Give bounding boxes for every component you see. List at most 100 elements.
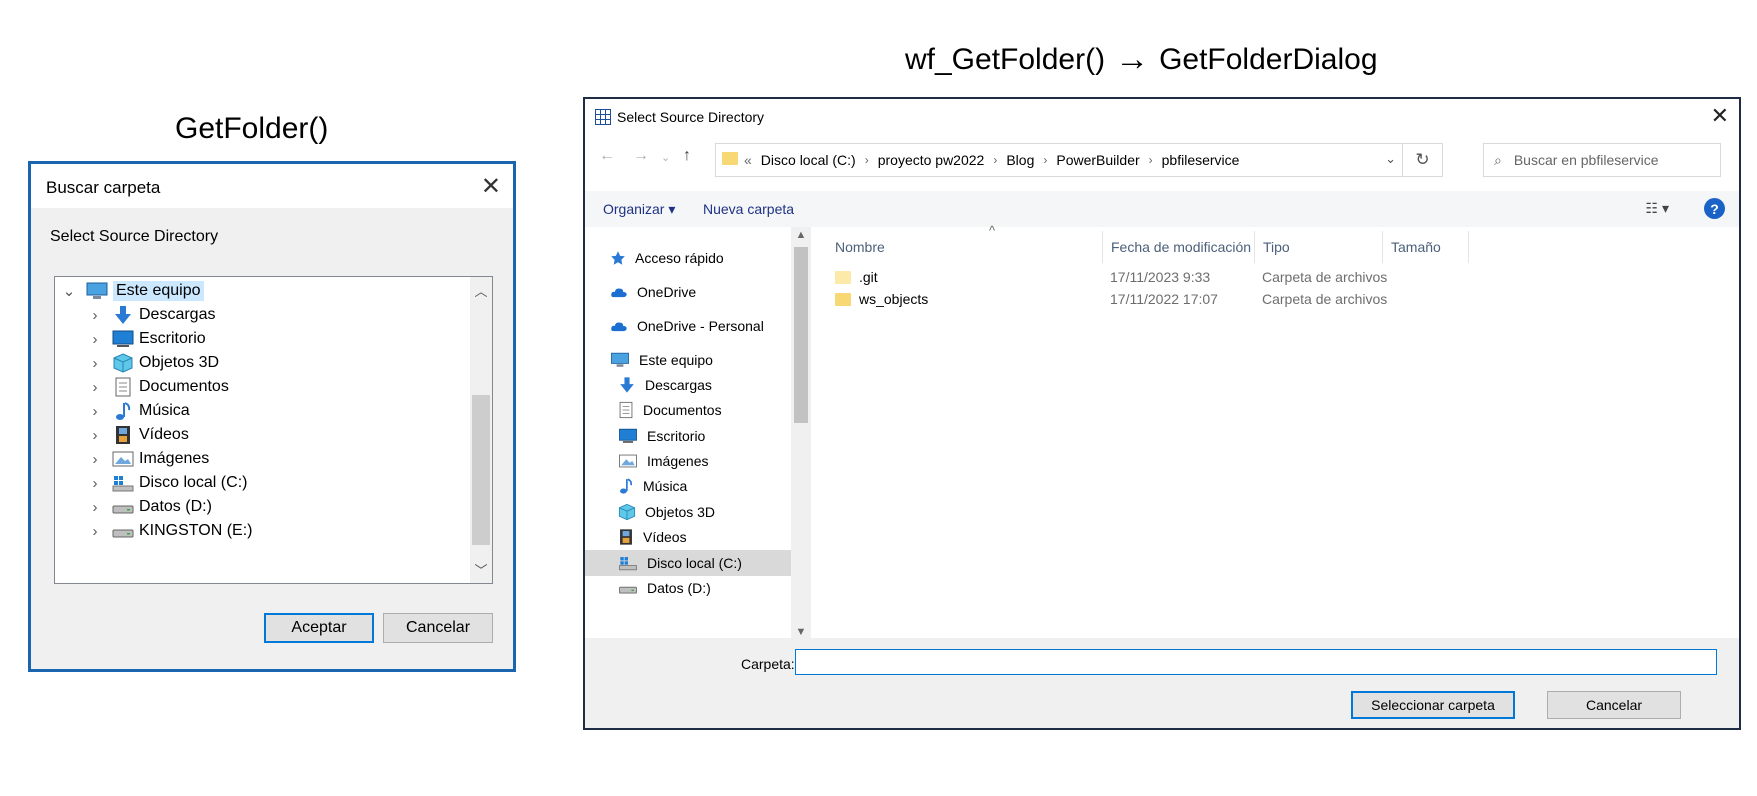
help-icon[interactable]: ?: [1704, 198, 1725, 219]
breadcrumb-separator-icon[interactable]: ›: [865, 153, 869, 167]
column-header[interactable]: Fecha de modificación: [1103, 231, 1255, 263]
tree-scroll-thumb[interactable]: [472, 395, 490, 545]
breadcrumb-item[interactable]: PowerBuilder: [1056, 152, 1139, 168]
column-header[interactable]: Tipo: [1255, 231, 1383, 263]
scroll-up-icon[interactable]: ︿: [470, 281, 492, 300]
chevron-right-icon[interactable]: ›: [85, 451, 105, 468]
cube-3d-icon: [111, 352, 135, 374]
cancel-button[interactable]: Cancelar: [1547, 691, 1681, 719]
nav-scrollbar[interactable]: ▲ ▼: [791, 227, 811, 640]
breadcrumb-separator-icon[interactable]: ›: [1043, 153, 1047, 167]
breadcrumb-separator-icon[interactable]: ›: [1149, 153, 1153, 167]
breadcrumb-item[interactable]: pbfileservice: [1162, 152, 1240, 168]
ok-button[interactable]: Aceptar: [264, 613, 374, 643]
chevron-right-icon[interactable]: ›: [85, 499, 105, 516]
nav-item[interactable]: Vídeos: [617, 524, 687, 550]
nav-item[interactable]: Música: [617, 473, 687, 499]
chevron-right-icon[interactable]: ›: [85, 523, 105, 540]
caption-getfolderdialog: wf_GetFolder() → GetFolderDialog: [905, 40, 1378, 79]
navigation-pane[interactable]: ▲ ▼ Acceso rápido OneDrive OneDrive - Pers…: [585, 227, 813, 640]
nav-item-label: Música: [643, 478, 688, 494]
address-dropdown-icon[interactable]: ⌄: [1385, 151, 1396, 167]
nav-item-label: Vídeos: [643, 529, 687, 545]
tree-item[interactable]: › Descargas: [85, 302, 215, 328]
breadcrumb-item[interactable]: Disco local (C:): [761, 152, 856, 168]
organize-menu[interactable]: Organizar ▾: [603, 201, 675, 218]
tree-item[interactable]: › Vídeos: [85, 422, 189, 448]
view-options-icon[interactable]: ☷ ▾: [1646, 200, 1669, 217]
folder-icon: [722, 152, 738, 168]
file-row[interactable]: ws_objects 17/11/2022 17:07 Carpeta de arc…: [813, 287, 1713, 311]
address-bar[interactable]: « Disco local (C:) › proyecto pw2022 › Blog ›…: [715, 143, 1443, 177]
scroll-up-icon[interactable]: ▲: [791, 229, 811, 241]
breadcrumb-item[interactable]: proyecto pw2022: [878, 152, 985, 168]
new-folder-button[interactable]: Nueva carpeta: [703, 201, 794, 217]
search-box[interactable]: ⌕ Buscar en pbfileservice: [1483, 143, 1721, 177]
chevron-down-icon[interactable]: ⌄: [59, 282, 79, 300]
refresh-icon[interactable]: ↻: [1402, 144, 1442, 176]
drive-icon: [111, 520, 135, 542]
caption-getfolder: GetFolder(): [175, 112, 329, 145]
cloud-icon: [611, 286, 628, 298]
column-header[interactable]: Tamaño: [1383, 231, 1469, 263]
select-folder-button[interactable]: Seleccionar carpeta: [1351, 691, 1515, 719]
file-row[interactable]: .git 17/11/2023 9:33 Carpeta de archivos: [813, 265, 1713, 289]
nav-item-label: Documentos: [643, 402, 722, 418]
breadcrumb-item[interactable]: Blog: [1006, 152, 1034, 168]
tree-item[interactable]: › Imágenes: [85, 446, 210, 472]
chevron-right-icon[interactable]: ›: [85, 307, 105, 324]
tree-item[interactable]: › Escritorio: [85, 326, 206, 352]
nav-item[interactable]: Disco local (C:): [585, 550, 791, 576]
chevron-right-icon[interactable]: ›: [85, 379, 105, 396]
folder-tree[interactable]: ︿ ﹀ ⌄ Este equipo › Descargas › Escritorio › Ob…: [54, 276, 493, 584]
up-arrow-icon[interactable]: ↑: [683, 147, 691, 165]
back-arrow-icon[interactable]: ←: [599, 147, 615, 165]
computer-icon: [611, 352, 630, 367]
nav-item[interactable]: Descargas: [617, 372, 712, 398]
close-icon[interactable]: ✕: [481, 172, 501, 201]
tree-item[interactable]: › Disco local (C:): [85, 470, 247, 496]
download-arrow-icon: [619, 377, 636, 394]
nav-item[interactable]: Imágenes: [617, 448, 708, 474]
overflow-chevron-icon[interactable]: «: [744, 152, 752, 168]
tree-item[interactable]: › Música: [85, 398, 190, 424]
folder-name-input[interactable]: [795, 649, 1717, 675]
nav-item[interactable]: Este equipo: [609, 347, 713, 373]
browse-folder-dialog: Buscar carpeta ✕ Select Source Directory…: [28, 161, 516, 672]
forward-arrow-icon[interactable]: →: [633, 147, 649, 165]
close-icon[interactable]: ✕: [1711, 103, 1729, 129]
scroll-down-icon[interactable]: ▼: [791, 626, 811, 638]
tree-item[interactable]: › KINGSTON (E:): [85, 518, 253, 544]
tree-scrollbar[interactable]: ︿ ﹀: [470, 277, 492, 583]
chevron-right-icon[interactable]: ›: [85, 331, 105, 348]
nav-item[interactable]: Datos (D:): [617, 575, 711, 601]
column-header[interactable]: Nombre: [827, 231, 1103, 263]
arrow-right-icon: →: [1115, 40, 1150, 78]
folder-label: Carpeta:: [741, 656, 795, 672]
scroll-down-icon[interactable]: ﹀: [470, 560, 492, 579]
chevron-right-icon[interactable]: ›: [85, 475, 105, 492]
nav-item[interactable]: Documentos: [617, 397, 722, 423]
tree-item-label: Vídeos: [139, 426, 189, 443]
nav-item[interactable]: OneDrive - Personal: [609, 313, 764, 339]
left-dialog-description: Select Source Directory: [50, 228, 219, 245]
nav-item[interactable]: Objetos 3D: [617, 499, 715, 525]
tree-item[interactable]: › Datos (D:): [85, 494, 212, 520]
file-list[interactable]: ^ Nombre Fecha de modificación Tipo Tamaño.…: [813, 223, 1739, 640]
windows-drive-icon: [111, 472, 135, 494]
nav-item[interactable]: Escritorio: [617, 423, 705, 449]
nav-item[interactable]: Acceso rápido: [609, 245, 724, 271]
tree-item[interactable]: › Documentos: [85, 374, 229, 400]
breadcrumb-separator-icon[interactable]: ›: [993, 153, 997, 167]
nav-item[interactable]: OneDrive: [609, 279, 696, 305]
cancel-button[interactable]: Cancelar: [383, 613, 493, 643]
tree-item[interactable]: ⌄ Este equipo: [59, 278, 204, 304]
file-name: ws_objects: [859, 291, 929, 307]
chevron-right-icon[interactable]: ›: [85, 427, 105, 444]
tree-item[interactable]: › Objetos 3D: [85, 350, 219, 376]
nav-scroll-thumb[interactable]: [794, 247, 808, 423]
chevron-right-icon[interactable]: ›: [85, 355, 105, 372]
nav-item-label: OneDrive: [637, 284, 697, 300]
chevron-right-icon[interactable]: ›: [85, 403, 105, 420]
recent-dropdown-icon[interactable]: ⌄: [661, 151, 670, 164]
